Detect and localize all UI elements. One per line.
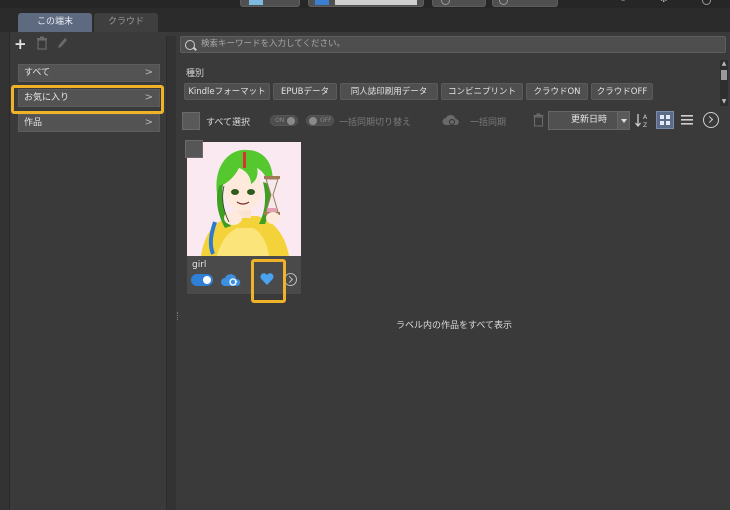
select-all-label: すべて選択 [206, 118, 251, 128]
top-toolbar-button-2[interactable] [308, 0, 424, 7]
pen-icon[interactable] [56, 36, 68, 53]
chevron-right-icon: > [144, 67, 153, 78]
bulk-sync-toggle-label[interactable]: 一括同期切り替え [339, 115, 411, 128]
splitter-handle[interactable] [177, 312, 179, 320]
toggle-off-text: OFF [320, 117, 332, 124]
search-icon [185, 40, 195, 50]
sort-value: 更新日時 [570, 115, 607, 125]
trash-icon[interactable] [36, 36, 48, 50]
sort-order-icon[interactable]: AZ [634, 112, 650, 129]
sidebar-item-label: 作品 [24, 118, 43, 128]
pin-icon[interactable]: ✎ [618, 0, 627, 5]
toggle-on-text: ON [275, 117, 285, 124]
sidebar-divider [166, 36, 176, 510]
scroll-down-icon[interactable]: ▼ [720, 98, 728, 106]
svg-text:A: A [643, 114, 648, 121]
search-input[interactable]: 検索キーワードを入力してください。 [180, 36, 726, 53]
sync-on-toggle[interactable]: ON [270, 115, 298, 126]
gear-icon[interactable]: ✻ [660, 0, 669, 5]
help-icon[interactable] [702, 0, 711, 5]
tab-cloud[interactable]: クラウド [94, 13, 158, 32]
label-list: すべて > お気に入り > 作品 > [18, 64, 160, 139]
work-thumbnail[interactable] [187, 142, 301, 256]
top-toolbar-strip: ✎ ✻ [0, 0, 730, 8]
sidebar-item-label: お気に入り [24, 93, 70, 103]
chevron-right-icon: > [144, 117, 153, 128]
chevron-down-icon [617, 112, 629, 129]
chip-epub[interactable]: EPUBデータ [273, 83, 337, 100]
toggle-knob [309, 117, 317, 125]
top-toolbar-button-3[interactable] [432, 0, 486, 7]
cloud-sync-toggle[interactable] [191, 274, 213, 286]
chevron-right-circle-icon[interactable] [703, 112, 719, 128]
chip-cloud-on[interactable]: クラウドON [526, 83, 588, 100]
toggle-knob [287, 117, 295, 125]
circle-icon [499, 0, 508, 5]
grid-view-icon[interactable] [656, 111, 674, 129]
sync-off-toggle[interactable]: OFF [306, 115, 334, 126]
bulk-sync-label[interactable]: 一括同期 [470, 115, 506, 128]
type-filter-label: 種別 [186, 69, 205, 79]
sidebar-item-label: すべて [24, 68, 51, 78]
tab-this-device[interactable]: この端末 [18, 13, 92, 32]
top-toolbar-button-4[interactable] [492, 0, 558, 7]
sidebar-item-works[interactable]: 作品 > [18, 114, 160, 132]
plus-icon[interactable]: + [14, 36, 27, 52]
chip-cloud-off[interactable]: クラウドOFF [591, 83, 653, 100]
chip-kindle[interactable]: Kindleフォーマット [184, 83, 270, 100]
work-details-chevron-icon[interactable] [284, 273, 297, 286]
search-placeholder: 検索キーワードを入力してください。 [201, 39, 345, 49]
list-view-icon[interactable] [680, 113, 694, 127]
trash-icon[interactable] [533, 113, 544, 127]
chip-convenience-print[interactable]: コンビニプリント [441, 83, 523, 100]
favorite-heart-icon[interactable] [260, 272, 274, 286]
cloud-icon[interactable] [220, 272, 242, 288]
work-list-panel: 検索キーワードを入力してください。 種別 Kindleフォーマット EPUBデー… [180, 32, 730, 510]
top-toolbar-button-1[interactable] [240, 0, 300, 7]
sidebar-item-favorites[interactable]: お気に入り > [18, 89, 160, 107]
work-select-checkbox[interactable] [185, 140, 203, 158]
select-all-checkbox[interactable] [182, 112, 200, 130]
scrollbar-thumb[interactable] [721, 70, 727, 80]
chip-doujinshi[interactable]: 同人誌印刷用データ [340, 83, 438, 100]
work-card[interactable]: girl [185, 140, 301, 294]
sidebar-edge [0, 32, 10, 510]
cloud-sync-icon[interactable] [442, 113, 460, 127]
work-toolbar: すべて選択 ON OFF 一括同期切り替え 一括同期 更新日時 AZ [180, 110, 730, 132]
sidebar-item-all[interactable]: すべて > [18, 64, 160, 82]
show-all-in-label-text[interactable]: ラベル内の作品をすべて表示 [396, 318, 512, 331]
circle-icon [441, 0, 450, 5]
svg-text:Z: Z [643, 122, 647, 129]
chevron-right-icon: > [144, 92, 153, 103]
scroll-up-icon[interactable]: ▲ [720, 60, 728, 68]
chip-scrollbar[interactable]: ▲ ▼ [720, 60, 728, 106]
sort-dropdown[interactable]: 更新日時 [548, 111, 630, 130]
tab-bar: この端末 クラウド [0, 8, 730, 32]
work-title: girl [192, 260, 207, 270]
